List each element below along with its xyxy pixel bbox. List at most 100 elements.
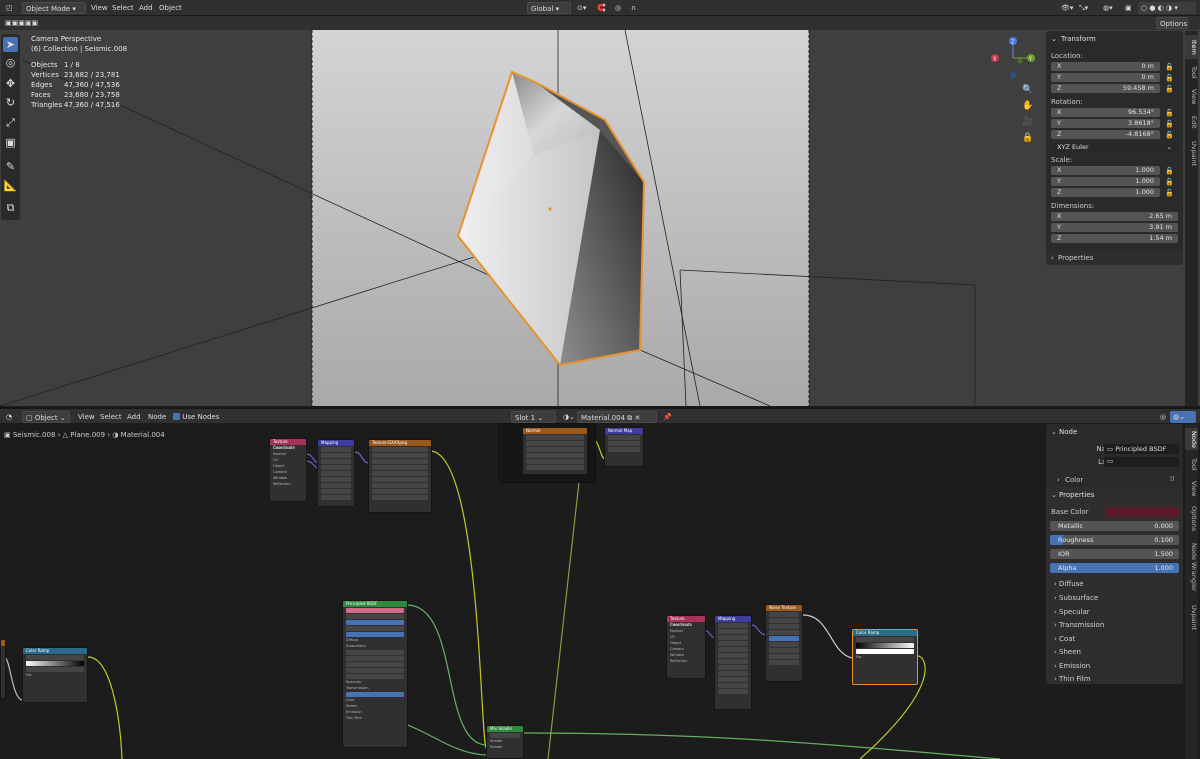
menu-add[interactable]: Add bbox=[136, 2, 156, 14]
tab-view[interactable]: View bbox=[1185, 86, 1198, 108]
node-type-dropdown[interactable]: ▢ Object ⌄ bbox=[22, 411, 70, 423]
lock-icon[interactable]: 🔓 bbox=[1165, 167, 1174, 175]
alpha-field[interactable]: Alpha 1.000 bbox=[1050, 563, 1179, 573]
subpanel-specular[interactable]: › Specular bbox=[1054, 608, 1090, 616]
lock-icon[interactable]: 🔓 bbox=[1165, 109, 1174, 117]
node-color-ramp-right[interactable]: Color Ramp Fac bbox=[852, 629, 918, 685]
editor-type-icon[interactable]: ◰ bbox=[3, 2, 17, 14]
grip-icon[interactable]: ⁞⁞ bbox=[1170, 475, 1174, 483]
node-texture-coordinate-2[interactable]: Texture Coordinate Generated Normal UV Objec… bbox=[666, 615, 706, 679]
scale-tool-icon[interactable]: ⤢ bbox=[3, 115, 18, 130]
ior-field[interactable]: IOR 1.500 bbox=[1050, 549, 1179, 559]
tab-view[interactable]: View bbox=[1185, 478, 1198, 500]
tab-tool[interactable]: Tool bbox=[1185, 61, 1198, 83]
node-menu-view[interactable]: View bbox=[75, 411, 98, 423]
mode-dropdown[interactable]: Object Mode ▾ bbox=[22, 2, 86, 14]
material-browse-icon[interactable]: ◑⌄ bbox=[560, 411, 578, 423]
transform-tool-icon[interactable]: ▣ bbox=[3, 135, 18, 150]
cursor-tool-icon[interactable]: ◎ bbox=[3, 55, 18, 70]
viewport-3d[interactable]: Z X Y Camera Perspective (6) Collection … bbox=[0, 30, 1200, 406]
node-editor-canvas[interactable]: Texture Coordinate Generated Normal UV Objec… bbox=[0, 423, 1200, 759]
tab-tool[interactable]: Tool bbox=[1185, 454, 1198, 474]
lock-icon[interactable]: 🔓 bbox=[1165, 120, 1174, 128]
node-noise-texture[interactable]: Noise Texture bbox=[765, 604, 803, 682]
lock-icon[interactable]: 🔓 bbox=[1165, 63, 1174, 71]
node-image-texture[interactable]: Texture-DXXXpng bbox=[368, 439, 432, 513]
subpanel-emission[interactable]: › Emission bbox=[1054, 662, 1090, 670]
orientation-dropdown[interactable]: Global ▾ bbox=[527, 2, 571, 14]
shading-buttons[interactable]: ○ ● ◐ ◑ ▾ bbox=[1138, 2, 1196, 14]
snap-icon[interactable]: 🧲 bbox=[594, 2, 609, 14]
menu-select[interactable]: Select bbox=[109, 2, 137, 14]
scale-z-field[interactable]: Z 1.000 bbox=[1051, 188, 1160, 197]
gizmo-icon[interactable]: ⤡▾ bbox=[1076, 2, 1091, 14]
properties-title[interactable]: Properties bbox=[1059, 491, 1094, 499]
subpanel-diffuse[interactable]: › Diffuse bbox=[1054, 580, 1084, 588]
lock-icon[interactable]: 🔓 bbox=[1165, 189, 1174, 197]
roughness-field[interactable]: Roughness 0.100 bbox=[1050, 535, 1179, 545]
dimensions-y-field[interactable]: Y 3.91 m bbox=[1051, 223, 1178, 232]
base-color-swatch[interactable] bbox=[1105, 507, 1179, 517]
subpanel-subsurface[interactable]: › Subsurface bbox=[1054, 594, 1098, 602]
rotation-x-field[interactable]: X 96.534° bbox=[1051, 108, 1160, 117]
tab-node-wrangler[interactable]: Node Wrangler bbox=[1185, 538, 1198, 596]
visibility-icon[interactable]: 👁▾ bbox=[1058, 2, 1076, 14]
tab-node[interactable]: Node bbox=[1185, 428, 1198, 450]
add-cube-tool-icon[interactable]: ⧉ bbox=[3, 200, 18, 215]
falloff-icon[interactable]: ∩ bbox=[628, 2, 639, 14]
menu-view[interactable]: View bbox=[88, 2, 111, 14]
measure-tool-icon[interactable]: 📐 bbox=[3, 178, 18, 193]
lock-icon[interactable]: 🔓 bbox=[1165, 131, 1174, 139]
subpanel-coat[interactable]: › Coat bbox=[1054, 635, 1075, 643]
camera-icon[interactable]: 🎥 bbox=[1022, 114, 1033, 130]
tab-uvpaint[interactable]: Uvpaint bbox=[1185, 600, 1198, 636]
breadcrumb-material[interactable]: Material.004 bbox=[121, 431, 165, 439]
lock-icon[interactable]: 🔓 bbox=[1165, 74, 1174, 82]
pin-icon[interactable]: 📌 bbox=[660, 411, 675, 423]
breadcrumb-object[interactable]: Seismic.008 bbox=[13, 431, 56, 439]
subpanel-thin-film[interactable]: › Thin Film bbox=[1054, 675, 1091, 683]
scale-y-field[interactable]: Y 1.000 bbox=[1051, 177, 1160, 186]
transform-title[interactable]: Transform bbox=[1061, 35, 1096, 43]
location-y-field[interactable]: Y0 m bbox=[1051, 73, 1160, 82]
node-mapping-2[interactable]: Mapping bbox=[714, 615, 752, 710]
overlay-icon[interactable]: ◍▾ bbox=[1100, 2, 1116, 14]
overlay-icon[interactable]: ◍⌄ bbox=[1170, 411, 1196, 423]
dimensions-x-field[interactable]: X 2.65 m bbox=[1051, 212, 1178, 221]
rotation-y-field[interactable]: Y 3.8618° bbox=[1051, 119, 1160, 128]
node-image-texture-normal[interactable]: Normal bbox=[522, 427, 588, 475]
selection-mode-icons[interactable]: ▣▣▣▣▣ bbox=[2, 17, 42, 29]
node-mix-shader[interactable]: Mix Shader Shader Shader bbox=[486, 725, 524, 759]
lock-icon[interactable]: 🔓 bbox=[1165, 85, 1174, 93]
lock-view-icon[interactable]: 🔒 bbox=[1022, 130, 1033, 146]
pivot-icon[interactable]: ⊙▾ bbox=[574, 2, 589, 14]
proportional-icon[interactable]: ◎ bbox=[612, 2, 624, 14]
rotation-mode-dropdown[interactable]: XYZ Euler ⌄ bbox=[1051, 143, 1178, 152]
move-tool-icon[interactable]: ✥ bbox=[3, 76, 18, 91]
node-texture-coordinate[interactable]: Texture Coordinate Generated Normal UV Objec… bbox=[269, 438, 307, 502]
location-x-field[interactable]: X0 m bbox=[1051, 62, 1160, 71]
color-subpanel[interactable]: Color bbox=[1065, 476, 1083, 484]
node-editor-type-icon[interactable]: ◔ bbox=[3, 411, 17, 423]
metallic-field[interactable]: Metallic 0.000 bbox=[1050, 521, 1179, 531]
node-menu-node[interactable]: Node bbox=[145, 411, 169, 423]
subpanel-sheen[interactable]: › Sheen bbox=[1054, 648, 1081, 656]
node-mapping[interactable]: Mapping bbox=[317, 439, 355, 507]
node-name-field[interactable]: ▭ Principled BSDF bbox=[1104, 444, 1179, 454]
location-z-field[interactable]: Z 59.458 m bbox=[1051, 84, 1160, 93]
tab-item[interactable]: Item bbox=[1185, 35, 1198, 59]
node-menu-add[interactable]: Add bbox=[124, 411, 144, 423]
lock-icon[interactable]: 🔓 bbox=[1165, 178, 1174, 186]
menu-object[interactable]: Object bbox=[156, 2, 185, 14]
transform-chevron-icon[interactable]: ⌄ bbox=[1051, 35, 1057, 43]
tab-options[interactable]: Options bbox=[1185, 504, 1198, 534]
scale-x-field[interactable]: X 1.000 bbox=[1051, 166, 1160, 175]
zoom-icon[interactable]: 🔍 bbox=[1022, 82, 1033, 98]
node-section-title[interactable]: Node bbox=[1059, 428, 1077, 436]
node-color-ramp-left[interactable]: Color Ramp Fac bbox=[22, 647, 88, 703]
node-offscreen[interactable] bbox=[0, 639, 6, 699]
options-button[interactable]: Options bbox=[1156, 17, 1188, 29]
pan-icon[interactable]: ✋ bbox=[1022, 98, 1033, 114]
rotation-z-field[interactable]: Z -4.8168° bbox=[1051, 130, 1160, 139]
slot-dropdown[interactable]: Slot 1 ⌄ bbox=[511, 411, 556, 423]
